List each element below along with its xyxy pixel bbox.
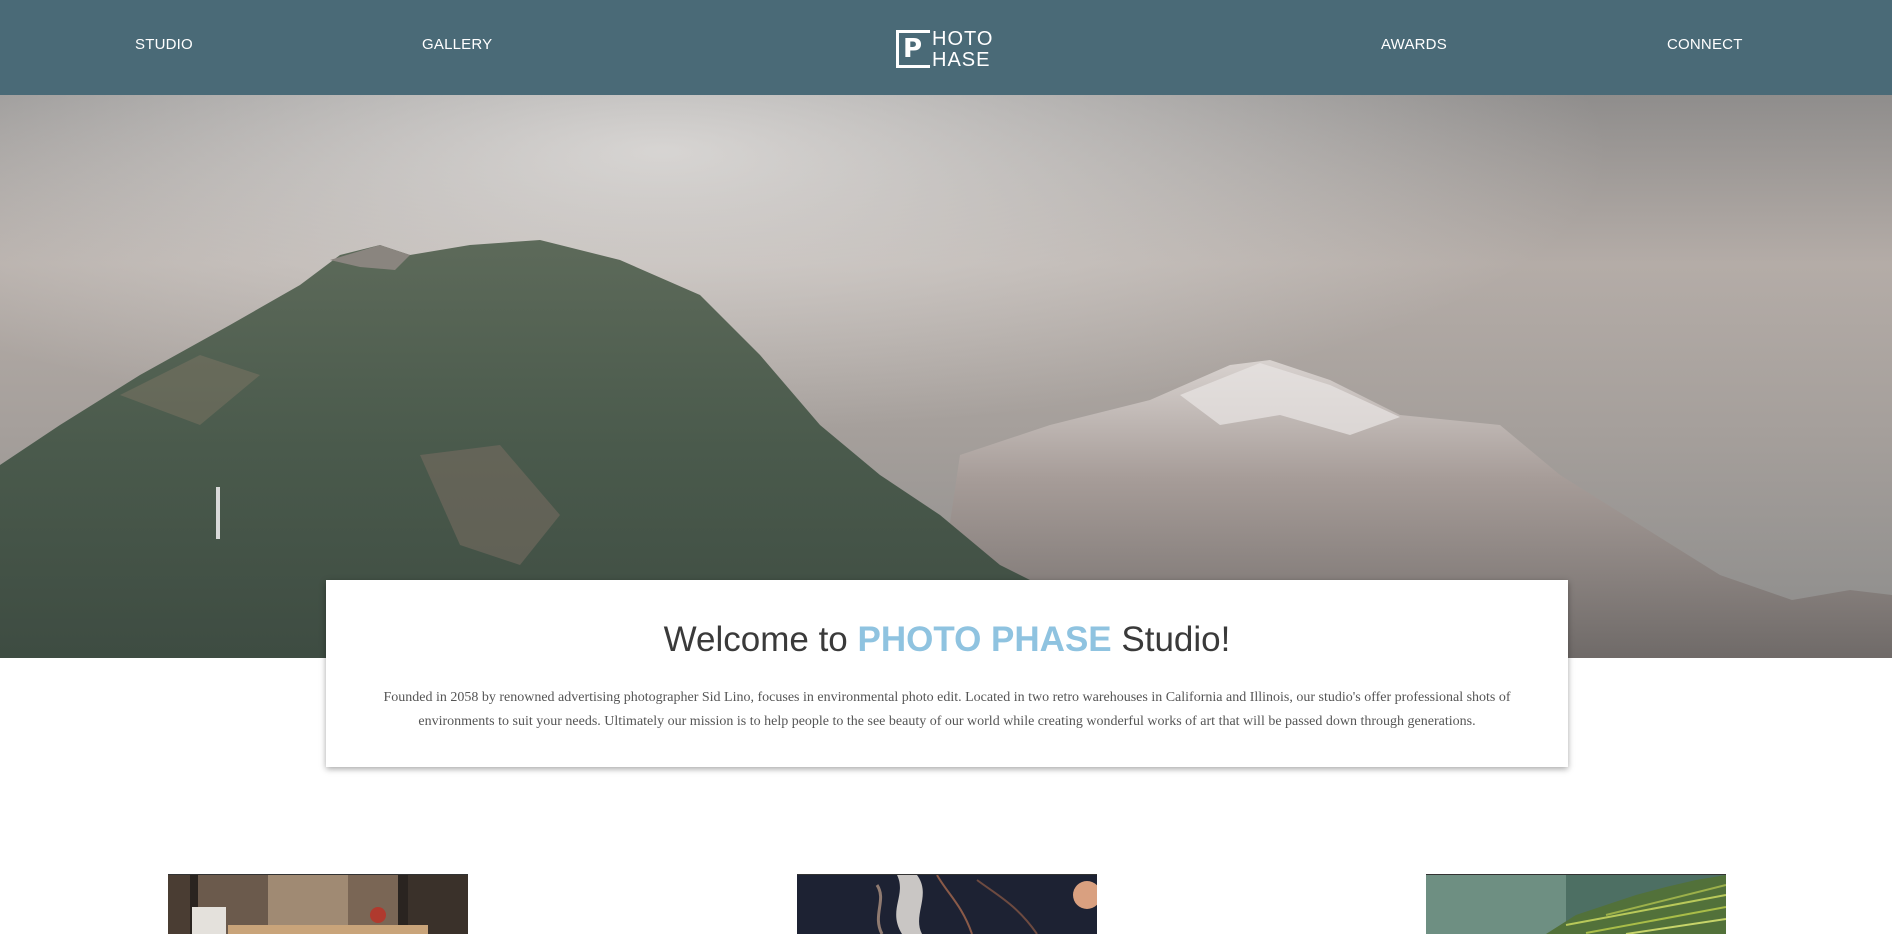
radio-tower xyxy=(216,487,220,539)
welcome-heading-brand: PHOTO PHASE xyxy=(857,620,1112,659)
rice-terraces-image xyxy=(1426,875,1726,934)
gallery-thumbnail-studio[interactable] xyxy=(168,874,468,934)
gallery-thumbnail-jellyfish[interactable] xyxy=(797,874,1097,934)
nav-link-gallery[interactable]: GALLERY xyxy=(422,36,492,53)
logo-text-line2: HASE xyxy=(932,49,991,71)
logo-text-line1: HOTO xyxy=(932,28,994,50)
welcome-description: Founded in 2058 by renowned advertising … xyxy=(383,690,1511,729)
logo-bracket-right xyxy=(924,30,930,68)
photo-phase-logo[interactable]: P HOTO HASE xyxy=(896,28,996,72)
logo-mark: P xyxy=(903,34,923,64)
welcome-heading: Welcome to PHOTO PHASE Studio! xyxy=(326,620,1568,660)
welcome-heading-pre: Welcome to xyxy=(663,620,848,659)
welcome-heading-post: Studio! xyxy=(1121,620,1231,659)
studio-interior-image xyxy=(168,875,468,934)
nav-link-connect[interactable]: CONNECT xyxy=(1667,36,1743,53)
top-navigation: STUDIO GALLERY P HOTO HASE AWARDS CONNEC… xyxy=(0,0,1892,95)
welcome-card: Welcome to PHOTO PHASE Studio! Founded i… xyxy=(326,580,1568,767)
nav-link-awards[interactable]: AWARDS xyxy=(1381,36,1447,53)
nav-link-studio[interactable]: STUDIO xyxy=(135,36,193,53)
gallery-thumbnail-terraces[interactable] xyxy=(1426,874,1726,934)
jellyfish-image xyxy=(797,875,1097,934)
hero-mountain-image xyxy=(0,95,1892,658)
mountain-landscape xyxy=(0,95,1892,658)
